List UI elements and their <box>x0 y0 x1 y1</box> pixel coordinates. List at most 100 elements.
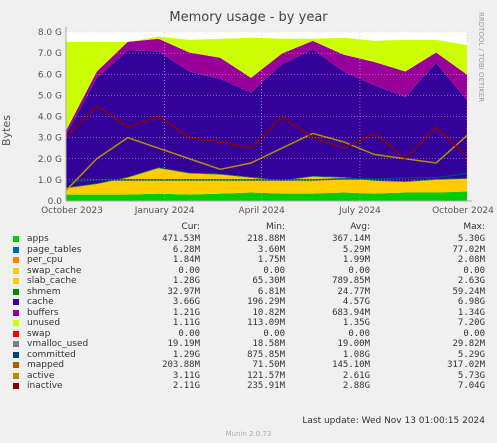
legend-row-swap-cache: swap_cache 0.00 0.00 0.00 0.00 <box>0 266 497 276</box>
legend-max-value: 0.00 <box>463 265 485 276</box>
legend-swatch <box>13 246 19 253</box>
legend-min-value: 875.85M <box>247 349 285 360</box>
legend-label: shmem <box>27 286 61 297</box>
legend-max-value: 2.08M <box>457 255 485 265</box>
legend-cur-value: 1.29G <box>172 349 200 360</box>
legend-swatch <box>13 299 19 305</box>
legend-cur-value: 203.88M <box>162 360 200 370</box>
legend-max-value: 7.20G <box>457 318 485 328</box>
legend-row-buffers: buffers 1.21G 10.82M 683.94M 1.34G <box>0 308 497 318</box>
legend-label: active <box>27 370 55 381</box>
header-cur: Cur: <box>181 222 200 232</box>
legend-min-value: 235.91M <box>247 381 285 391</box>
legend-min-value: 3.60M <box>257 244 285 255</box>
legend-label: mapped <box>27 360 64 370</box>
legend-min-value: 0.00 <box>263 328 285 339</box>
legend-max-value: 5.30G <box>457 234 485 244</box>
legend-swatch <box>13 257 19 263</box>
legend-avg-value: 5.29M <box>342 244 370 255</box>
legend-max-value: 2.63G <box>457 276 485 286</box>
legend-label: buffers <box>27 307 59 318</box>
legend-cur-value: 3.66G <box>172 297 200 307</box>
legend-row-mapped: mapped 203.88M 71.50M 145.10M 317.02M <box>0 360 497 370</box>
legend-cur-value: 2.11G <box>172 381 200 391</box>
legend-max-value: 59.24M <box>452 286 485 297</box>
legend-row-inactive: inactive 2.11G 235.91M 2.88G 7.04G <box>0 381 497 391</box>
legend-swatch <box>13 267 19 274</box>
legend-row-unused: unused 1.11G 113.09M 1.35G 7.20G <box>0 318 497 328</box>
legend-avg-value: 2.88G <box>342 381 370 391</box>
legend-swatch <box>13 236 19 242</box>
legend-cur-value: 6.28M <box>172 244 200 255</box>
legend-min-value: 10.82M <box>252 307 285 318</box>
legend-min-value: 71.50M <box>252 360 285 370</box>
x-tick-label: October 2023 <box>41 206 103 216</box>
legend-swatch <box>13 362 19 368</box>
x-tick-label: July 2024 <box>338 206 381 216</box>
legend-min-value: 0.00 <box>263 265 285 276</box>
y-tick-label: 4.0 G <box>38 113 62 123</box>
legend-max-value: 1.34G <box>457 307 485 318</box>
legend-label: unused <box>27 318 61 328</box>
legend-row-cache: cache 3.66G 196.29M 4.57G 6.98G <box>0 297 497 307</box>
legend-cur-value: 1.84M <box>172 255 200 265</box>
legend-avg-value: 19.00M <box>337 339 370 349</box>
legend-swatch <box>13 309 19 316</box>
legend-avg-value: 789.85M <box>332 276 370 286</box>
legend-label: cache <box>27 297 54 307</box>
legend-max-value: 5.73G <box>457 370 485 381</box>
legend-swatch <box>13 278 19 284</box>
legend-max-value: 77.02M <box>452 244 485 255</box>
legend-avg-value: 24.77M <box>337 286 370 297</box>
legend-swatch <box>13 330 19 337</box>
x-tick-label: January 2024 <box>134 206 195 216</box>
legend-label: apps <box>27 234 49 244</box>
y-tick-label: 7.0 G <box>38 49 62 59</box>
legend-max-value: 317.02M <box>447 360 485 370</box>
x-tick-label: April 2024 <box>239 206 286 216</box>
legend-min-value: 218.88M <box>247 234 285 244</box>
legend-avg-value: 1.08G <box>342 349 370 360</box>
y-tick-label: 5.0 G <box>38 91 62 101</box>
legend-label: vmalloc_used <box>27 339 89 349</box>
legend-swatch <box>13 320 19 326</box>
legend-cur-value: 0.00 <box>178 265 200 276</box>
x-tick-label: October 2024 <box>432 206 494 216</box>
legend-min-value: 1.75M <box>257 255 285 265</box>
legend-avg-value: 0.00 <box>348 265 370 276</box>
legend-row-shmem: shmem 32.97M 6.81M 24.77M 59.24M <box>0 287 497 297</box>
legend-row-per-cpu: per_cpu 1.84M 1.75M 1.99M 2.08M <box>0 255 497 265</box>
legend-row-page-tables: page_tables 6.28M 3.60M 5.29M 77.02M <box>0 245 497 255</box>
legend-cur-value: 19.19M <box>167 339 200 349</box>
last-update: Last update: Wed Nov 13 01:00:15 2024 <box>302 416 485 426</box>
legend-max-value: 7.04G <box>457 381 485 391</box>
legend-label: page_tables <box>27 244 82 255</box>
y-tick-label: 6.0 G <box>38 70 62 80</box>
y-tick-label: 1.0 G <box>38 176 62 186</box>
legend-avg-value: 683.94M <box>332 307 370 318</box>
legend-label: per_cpu <box>27 255 63 265</box>
legend-cur-value: 1.11G <box>172 318 200 328</box>
legend-swatch <box>13 351 19 358</box>
legend-cur-value: 1.21G <box>172 307 200 318</box>
legend-row-slab-cache: slab_cache 1.28G 65.30M 789.85M 2.63G <box>0 276 497 286</box>
legend-max-value: 29.82M <box>452 339 485 349</box>
legend-avg-value: 4.57G <box>342 297 370 307</box>
legend-label: committed <box>27 349 76 360</box>
legend-min-value: 196.29M <box>247 297 285 307</box>
legend-row-vmalloc-used: vmalloc_used 19.19M 18.58M 19.00M 29.82M <box>0 339 497 349</box>
legend-avg-value: 1.35G <box>342 318 370 328</box>
y-tick-label: 3.0 G <box>38 134 62 144</box>
y-tick-label: 2.0 G <box>38 155 62 165</box>
footer: Munin 2.0.73 <box>225 430 272 438</box>
legend-max-value: 0.00 <box>463 328 485 339</box>
legend-min-value: 6.81M <box>257 286 285 297</box>
legend-cur-value: 1.28G <box>172 276 200 286</box>
legend-row-apps: apps 471.53M 218.88M 367.14M 5.30G <box>0 234 497 244</box>
legend-min-value: 18.58M <box>252 339 285 349</box>
legend-avg-value: 2.61G <box>342 370 370 381</box>
legend-max-value: 6.98G <box>457 297 485 307</box>
legend-swatch <box>13 288 19 295</box>
legend-header: Cur: Min: Avg: Max: <box>0 222 497 232</box>
legend-min-value: 65.30M <box>252 276 285 286</box>
